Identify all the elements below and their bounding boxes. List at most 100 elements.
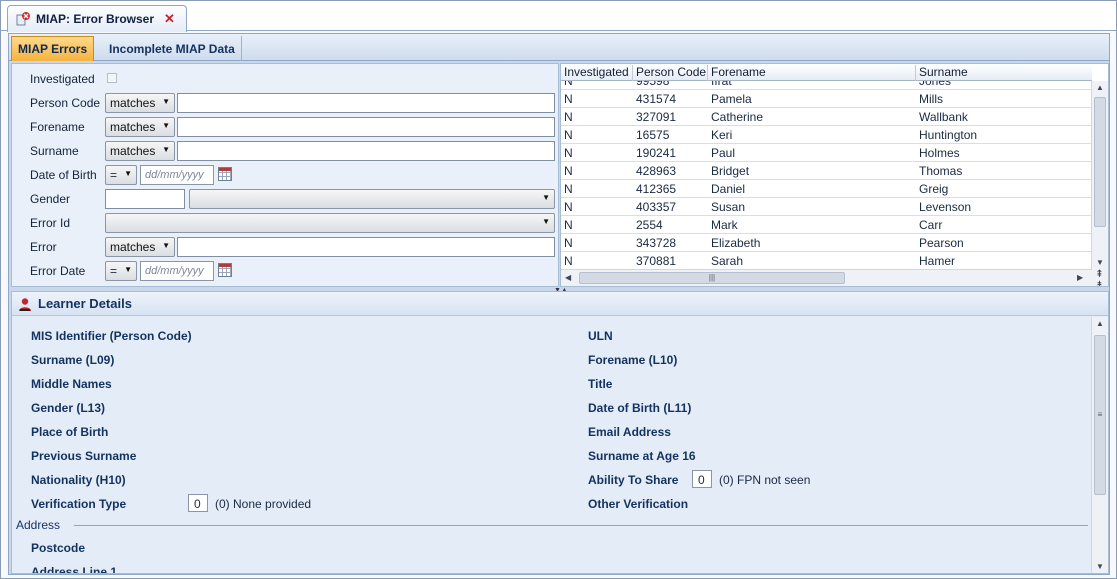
scroll-down-icon[interactable]: ▼ xyxy=(1096,562,1104,571)
tab-miap-errors[interactable]: MIAP Errors xyxy=(11,36,95,61)
detail-label: Previous Surname xyxy=(31,449,137,463)
details-vertical-scrollbar[interactable]: ▲ ≡ ▼ xyxy=(1091,317,1108,573)
table-row[interactable]: N 190241 Paul Holmes xyxy=(561,144,1092,162)
error-date-input[interactable]: dd/mm/yyyy xyxy=(140,261,214,281)
error-id-label: Error Id xyxy=(30,216,71,230)
detail-label: Email Address xyxy=(588,425,671,439)
table-row[interactable]: N 431574 Pamela Mills xyxy=(561,90,1092,108)
table-row[interactable]: N 2554 Mark Carr xyxy=(561,216,1092,234)
error-operator-select[interactable]: matches ▼ xyxy=(105,237,175,257)
surname-input[interactable] xyxy=(177,141,555,161)
surname-operator-value: matches xyxy=(110,144,156,158)
table-row[interactable]: N 16575 Keri Huntington xyxy=(561,126,1092,144)
table-cell: Carr xyxy=(919,218,943,232)
calendar-icon[interactable] xyxy=(218,263,232,277)
dob-operator-value: = xyxy=(110,168,118,182)
filter-row-gender: Gender ▼ xyxy=(12,188,560,210)
address-divider xyxy=(74,525,1088,526)
table-cell: Pamela xyxy=(711,92,752,106)
scroll-right-icon[interactable]: ▶ xyxy=(1077,273,1083,282)
table-cell: 370881 xyxy=(636,254,677,268)
detail-label: Other Verification xyxy=(588,497,689,511)
table-row[interactable]: N 412365 Daniel Greig xyxy=(561,180,1092,198)
column-header-surname[interactable]: Surname xyxy=(916,65,1092,81)
filter-row-surname: Surname matches ▼ xyxy=(12,140,560,162)
scroll-up-icon[interactable]: ▲ xyxy=(1096,319,1104,328)
table-row[interactable]: N 403357 Susan Levenson xyxy=(561,198,1092,216)
details-vscroll-thumb[interactable]: ≡ xyxy=(1094,335,1106,495)
detail-label: Surname (L09) xyxy=(31,353,115,367)
detail-label: Gender (L13) xyxy=(31,401,106,415)
filter-row-dob: Date of Birth = ▼ dd/mm/yyyy xyxy=(12,164,560,186)
error-input[interactable] xyxy=(177,237,555,257)
forename-label: Forename xyxy=(30,120,85,134)
person-code-label: Person Code xyxy=(30,96,101,110)
filter-panel: Investigated Person Code matches ▼ Foren… xyxy=(11,63,559,287)
tab-incomplete-miap-data[interactable]: Incomplete MIAP Data xyxy=(103,36,242,61)
verification-type-code-input[interactable]: 0 xyxy=(188,494,208,512)
person-code-input[interactable] xyxy=(177,93,555,113)
dob-date-input[interactable]: dd/mm/yyyy xyxy=(140,165,214,185)
filter-row-error-date: Error Date = ▼ dd/mm/yyyy xyxy=(12,260,560,282)
detail-label: Title xyxy=(588,377,613,391)
subtab-bar: MIAP Errors Incomplete MIAP Data xyxy=(9,34,1109,61)
table-row[interactable]: N 370881 Sarah Hamer xyxy=(561,252,1092,269)
chevron-down-icon: ▼ xyxy=(162,121,170,130)
investigated-checkbox[interactable] xyxy=(107,73,117,83)
table-row[interactable]: N 428963 Bridget Thomas xyxy=(561,162,1092,180)
gender-select[interactable]: ▼ xyxy=(189,189,555,209)
table-cell: 403357 xyxy=(636,200,677,214)
table-cell: 16575 xyxy=(636,128,670,142)
learner-details-title: Learner Details xyxy=(38,296,132,311)
table-cell: N xyxy=(564,182,573,196)
scroll-left-icon[interactable]: ◀ xyxy=(565,273,571,282)
table-cell: Daniel xyxy=(711,182,746,196)
scroll-down-icon[interactable]: ▼ xyxy=(1096,258,1104,267)
error-browser-window: MIAP: Error Browser ✕ MIAP Errors Incomp… xyxy=(0,0,1117,579)
grid-vertical-scrollbar[interactable]: ▲ ▼ xyxy=(1091,81,1108,269)
gender-code-input[interactable] xyxy=(105,189,185,209)
detail-label: Place of Birth xyxy=(31,425,109,439)
calendar-icon[interactable] xyxy=(218,167,232,181)
column-header-investigated[interactable]: Investigated xyxy=(561,65,633,81)
table-row[interactable]: N 343728 Elizabeth Pearson xyxy=(561,234,1092,252)
grid-page-nav: ⇞ ⇟ xyxy=(1091,269,1108,286)
page-up-icon[interactable]: ⇞ xyxy=(1091,269,1108,280)
page-down-icon[interactable]: ⇟ xyxy=(1091,280,1108,286)
detail-label: Surname at Age 16 xyxy=(588,449,696,463)
detail-label: Ability To Share xyxy=(588,473,679,487)
dob-operator-select[interactable]: = ▼ xyxy=(105,165,137,185)
error-id-select[interactable]: ▼ xyxy=(105,213,555,233)
forename-input[interactable] xyxy=(177,117,555,137)
detail-label: Nationality (H10) xyxy=(31,473,126,487)
doc-tab-miap-error-browser[interactable]: MIAP: Error Browser ✕ xyxy=(7,5,187,32)
table-cell: N xyxy=(564,81,573,88)
table-cell: Mark xyxy=(711,218,738,232)
filter-row-error: Error matches ▼ xyxy=(12,236,560,258)
forename-operator-select[interactable]: matches ▼ xyxy=(105,117,175,137)
grid-horizontal-scrollbar[interactable]: ◀ ||| ▶ xyxy=(561,269,1092,286)
table-cell: N xyxy=(564,110,573,124)
grid-hscroll-thumb[interactable]: ||| xyxy=(579,272,845,284)
surname-operator-select[interactable]: matches ▼ xyxy=(105,141,175,161)
error-label: Error xyxy=(30,240,57,254)
filter-row-forename: Forename matches ▼ xyxy=(12,116,560,138)
close-icon[interactable]: ✕ xyxy=(164,11,175,27)
table-cell: Susan xyxy=(711,200,746,214)
table-row-partial[interactable]: N 99598 Ifrat Jones xyxy=(561,81,1092,90)
column-header-person-code[interactable]: Person Code xyxy=(633,65,708,81)
scroll-up-icon[interactable]: ▲ xyxy=(1096,83,1104,92)
person-code-operator-select[interactable]: matches ▼ xyxy=(105,93,175,113)
column-header-forename[interactable]: Forename xyxy=(708,65,916,81)
ability-to-share-code-input[interactable]: 0 xyxy=(692,470,712,488)
investigated-label: Investigated xyxy=(30,72,95,86)
filter-row-person-code: Person Code matches ▼ xyxy=(12,92,560,114)
table-cell: 327091 xyxy=(636,110,677,124)
table-cell: Hamer xyxy=(919,254,956,268)
gender-label: Gender xyxy=(30,192,71,206)
grid-vscroll-thumb[interactable] xyxy=(1094,97,1106,227)
table-row[interactable]: N 327091 Catherine Wallbank xyxy=(561,108,1092,126)
error-date-operator-select[interactable]: = ▼ xyxy=(105,261,137,281)
table-cell: Pearson xyxy=(919,236,964,250)
detail-label: Forename (L10) xyxy=(588,353,678,367)
